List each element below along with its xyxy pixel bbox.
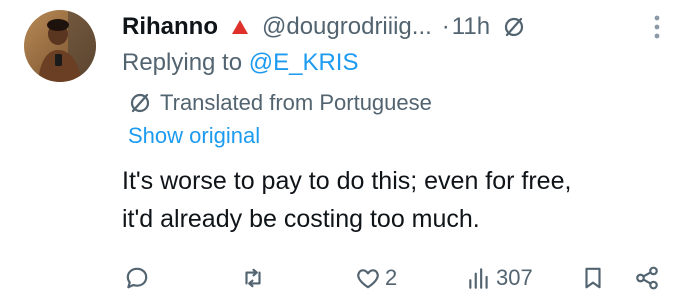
author-handle[interactable]: @dougrodriiig... — [262, 13, 432, 41]
tweet-text-line: it'd already be costing too much. — [122, 205, 480, 233]
action-bar: 2 307 — [0, 258, 700, 298]
share-button[interactable] — [634, 258, 660, 298]
show-original-link[interactable]: Show original — [128, 123, 260, 149]
reply-button[interactable] — [124, 258, 154, 298]
like-count: 2 — [385, 265, 398, 290]
views-button[interactable]: 307 — [466, 258, 533, 298]
bookmark-icon — [585, 267, 601, 289]
translation-label: Translated from Portuguese — [160, 90, 432, 115]
replying-to-label: Replying to — [122, 49, 249, 76]
share-icon — [636, 266, 658, 290]
separator-dot: · — [441, 13, 450, 40]
like-button[interactable]: 2 — [355, 258, 397, 298]
avatar[interactable] — [24, 10, 96, 82]
tweet-time[interactable]: 11h — [452, 13, 490, 41]
tweet-text: It's worse to pay to do this; even for f… — [122, 162, 682, 238]
heart-icon — [357, 269, 379, 289]
reply-icon — [126, 267, 148, 289]
retweet-button[interactable] — [240, 258, 270, 298]
retweet-icon — [245, 268, 261, 288]
translate-icon — [504, 17, 524, 37]
translation-note: Translated from Portuguese — [128, 90, 432, 116]
tweet-text-line: It's worse to pay to do this; even for f… — [122, 167, 572, 195]
view-count: 307 — [496, 265, 533, 290]
author-name[interactable]: Rihanno — [122, 13, 218, 41]
views-icon — [469, 268, 488, 289]
translate-icon — [130, 93, 150, 113]
replying-to: Replying to @E_KRIS — [122, 49, 358, 77]
more-vertical-icon[interactable] — [652, 14, 662, 40]
tweet-header: Rihanno @dougrodriiig... · 11h — [122, 10, 526, 44]
bookmark-button[interactable] — [580, 258, 606, 298]
red-triangle-icon — [232, 20, 248, 34]
reply-mention-link[interactable]: @E_KRIS — [249, 49, 359, 76]
